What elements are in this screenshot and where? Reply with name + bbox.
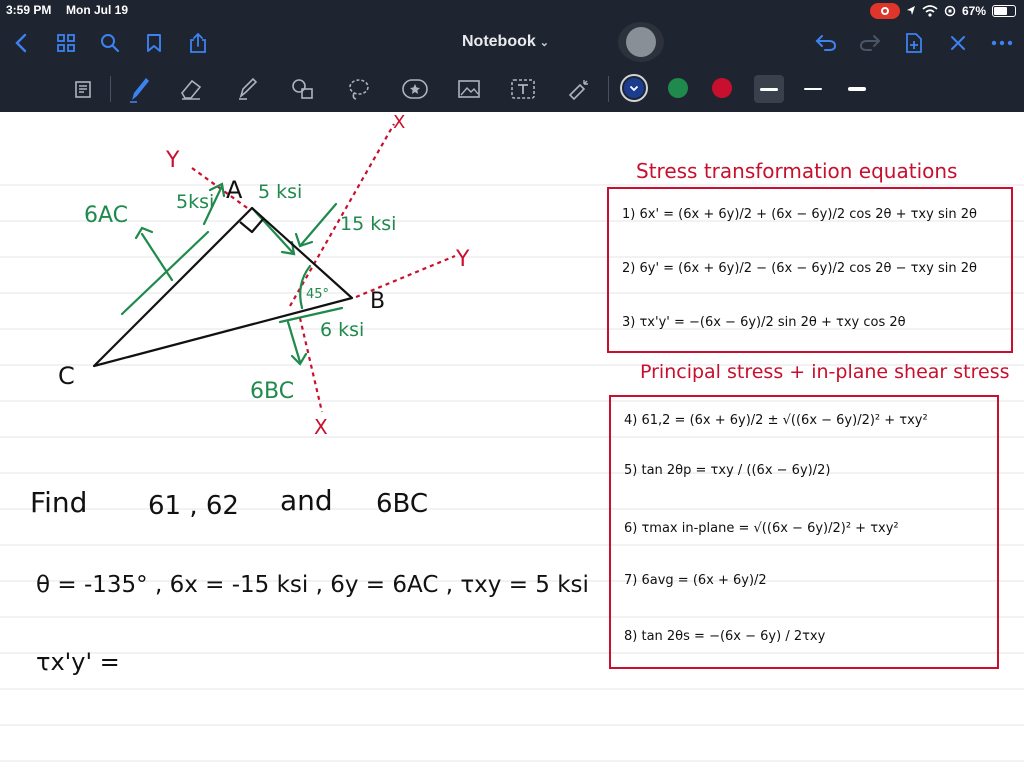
- stress-transformation-box: Stress transformation equations 1) 6x' =…: [607, 159, 1013, 353]
- lasso-icon[interactable]: [344, 74, 374, 104]
- equation-2: 2) 6y' = (6x + 6y)/2 − (6x − 6y)/2 cos 2…: [622, 261, 977, 276]
- six-ksi-label: 6 ksi: [320, 319, 364, 341]
- orientation-lock-icon: [944, 5, 956, 17]
- sigma-ac-line: [120, 230, 210, 316]
- app-chrome: 3:59 PM Mon Jul 19 67% Notebook ⌄: [0, 0, 1024, 112]
- battery-icon: [992, 5, 1016, 17]
- back-icon[interactable]: [8, 30, 34, 56]
- add-page-icon[interactable]: [901, 30, 927, 56]
- notebook-page[interactable]: Y Y X X 6AC 5ksi 5 ksi 15 ksi 45° 6 ksi …: [0, 112, 1024, 768]
- sigma-bc-arrow: [286, 320, 302, 364]
- tool-bar: [0, 66, 1024, 112]
- five-ksi-right-label: 5 ksi: [258, 181, 302, 203]
- equation-4: 4) 61,2 = (6x + 6y)/2 ± √((6x − 6y)/2)² …: [624, 413, 928, 428]
- stroke-width-thick[interactable]: [842, 75, 872, 103]
- status-bar: 3:59 PM Mon Jul 19 67%: [0, 0, 1024, 22]
- laser-pointer-icon[interactable]: [564, 74, 594, 104]
- elements-sticker-icon[interactable]: [400, 74, 430, 104]
- equation-6: 6) τmax in-plane = √((6x − 6y)/2)² + τxy…: [624, 521, 899, 536]
- equation-7: 7) 6avg = (6x + 6y)/2: [624, 573, 767, 588]
- more-options-icon[interactable]: [989, 30, 1015, 56]
- box1-title: Stress transformation equations: [636, 159, 957, 183]
- undo-icon[interactable]: [813, 30, 839, 56]
- color-swatch-blue[interactable]: [624, 78, 644, 98]
- equation-8: 8) tan 2θs = −(6x − 6y) / 2τxy: [624, 629, 826, 644]
- shapes-icon[interactable]: [288, 74, 318, 104]
- pen-icon[interactable]: [124, 74, 154, 104]
- vertex-c-label: C: [58, 362, 75, 390]
- find-vars: 61 , 62: [148, 491, 239, 521]
- page-canvas: Y Y X X 6AC 5ksi 5 ksi 15 ksi 45° 6 ksi …: [0, 112, 1024, 762]
- fifteen-ksi-label: 15 ksi: [340, 213, 396, 235]
- problem-statement: Find 61 , 62 and 6BC θ = -135° , 6x = -1…: [30, 484, 589, 676]
- angle-45-label: 45°: [306, 287, 329, 302]
- equation-3: 3) τx'y' = −(6x − 6y)/2 sin 2θ + τxy cos…: [622, 315, 906, 330]
- five-ksi-left-label: 5ksi: [176, 191, 214, 213]
- image-insert-icon[interactable]: [454, 74, 484, 104]
- status-time: 3:59 PM: [6, 3, 52, 17]
- right-angle-mark: [239, 217, 265, 234]
- thumbnails-grid-icon[interactable]: [53, 30, 79, 56]
- find-sigma-bc: 6BC: [376, 489, 428, 519]
- given-values: θ = -135° , 6x = -15 ksi , 6y = 6AC , τx…: [36, 572, 589, 598]
- location-icon: [906, 6, 915, 15]
- battery-percent: 67%: [961, 4, 986, 18]
- read-only-mode-icon[interactable]: [68, 74, 98, 104]
- text-tool-icon[interactable]: [508, 74, 538, 104]
- sigma-ac-label: 6AC: [84, 203, 128, 228]
- equation-1: 1) 6x' = (6x + 6y)/2 + (6x − 6y)/2 cos 2…: [622, 207, 977, 222]
- fifteen-ksi-arrow: [298, 202, 338, 248]
- close-icon[interactable]: [945, 30, 971, 56]
- triangle-diagram: Y Y X X 6AC 5ksi 5 ksi 15 ksi 45° 6 ksi …: [58, 112, 470, 439]
- bookmark-icon[interactable]: [141, 30, 167, 56]
- color-swatch-red[interactable]: [712, 78, 732, 98]
- vertex-a-label: A: [226, 176, 243, 204]
- vertex-b-label: B: [370, 289, 385, 314]
- navigation-bar: Notebook ⌄: [0, 22, 1024, 64]
- principal-stress-box: Principal stress + in-plane shear stress…: [609, 361, 1010, 669]
- status-indicators: 67%: [869, 2, 1016, 20]
- highlighter-icon[interactable]: [232, 74, 262, 104]
- eraser-icon[interactable]: [176, 74, 206, 104]
- share-icon[interactable]: [185, 30, 211, 56]
- stroke-width-hairline[interactable]: [798, 75, 828, 103]
- search-icon[interactable]: [97, 30, 123, 56]
- color-swatch-green[interactable]: [668, 78, 688, 98]
- camera-indicator: [618, 22, 664, 62]
- equation-5: 5) tan 2θp = τxy / ((6x − 6y)/2): [624, 463, 830, 478]
- status-date: Mon Jul 19: [66, 3, 129, 17]
- box2-title: Principal stress + in-plane shear stress: [640, 361, 1010, 383]
- sigma-bc-label: 6BC: [250, 379, 294, 404]
- txy-prime-label: τx'y' =: [36, 648, 120, 676]
- screen-recording-icon[interactable]: [869, 3, 900, 19]
- chevron-down-icon: ⌄: [539, 37, 549, 49]
- redo-icon[interactable]: [857, 30, 883, 56]
- wifi-icon: [922, 5, 938, 17]
- y-axis-left-label: Y: [165, 148, 180, 173]
- notebook-title: Notebook: [462, 33, 536, 50]
- and-label: and: [280, 484, 333, 517]
- stroke-width-thin-selected[interactable]: [754, 75, 784, 103]
- x-axis-bottom-label: X: [314, 415, 328, 439]
- notebook-title-menu[interactable]: Notebook ⌄: [462, 33, 549, 51]
- find-label: Find: [30, 486, 87, 519]
- x-axis-top-label: X: [393, 112, 405, 133]
- y-axis-right-label: Y: [455, 247, 470, 272]
